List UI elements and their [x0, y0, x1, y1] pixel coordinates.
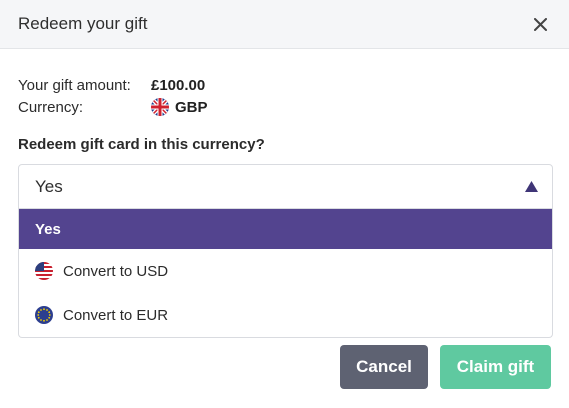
option-convert-eur[interactable]: Convert to EUR	[19, 293, 552, 337]
eu-flag-icon	[35, 306, 53, 324]
currency-select[interactable]: Yes	[18, 164, 553, 209]
uk-flag-icon	[151, 98, 169, 116]
gift-amount-row: Your gift amount: £100.00	[18, 74, 551, 96]
currency-label: Currency:	[18, 98, 84, 116]
currency-value: GBP	[175, 98, 208, 116]
option-usd-label: Convert to USD	[63, 262, 169, 280]
option-yes-label: Yes	[35, 220, 61, 238]
currency-dropdown-list: Yes Convert to USD Convert to EUR	[18, 209, 553, 338]
currency-select-value: Yes	[35, 176, 63, 196]
cancel-button[interactable]: Cancel	[340, 345, 428, 389]
currency-row: Currency: GBP	[18, 96, 551, 118]
gift-amount-label: Your gift amount:	[18, 76, 131, 94]
modal-title: Redeem your gift	[18, 14, 148, 33]
close-button[interactable]	[529, 13, 551, 35]
currency-value-wrap: GBP	[151, 98, 208, 116]
modal-header: Redeem your gift	[0, 0, 569, 49]
option-convert-usd[interactable]: Convert to USD	[19, 249, 552, 293]
redeem-gift-modal: Redeem your gift Your gift amount: £100.…	[0, 0, 569, 408]
modal-body: Your gift amount: £100.00 Currency: GBP …	[0, 49, 569, 338]
caret-up-icon	[525, 181, 538, 192]
option-yes[interactable]: Yes	[19, 209, 552, 249]
option-eur-label: Convert to EUR	[63, 306, 169, 324]
claim-gift-button[interactable]: Claim gift	[440, 345, 551, 389]
us-flag-icon	[35, 262, 53, 280]
close-icon	[533, 17, 547, 31]
modal-footer: Cancel Claim gift	[340, 345, 551, 389]
gift-amount-value: £100.00	[151, 76, 206, 94]
currency-question: Redeem gift card in this currency?	[18, 136, 265, 153]
